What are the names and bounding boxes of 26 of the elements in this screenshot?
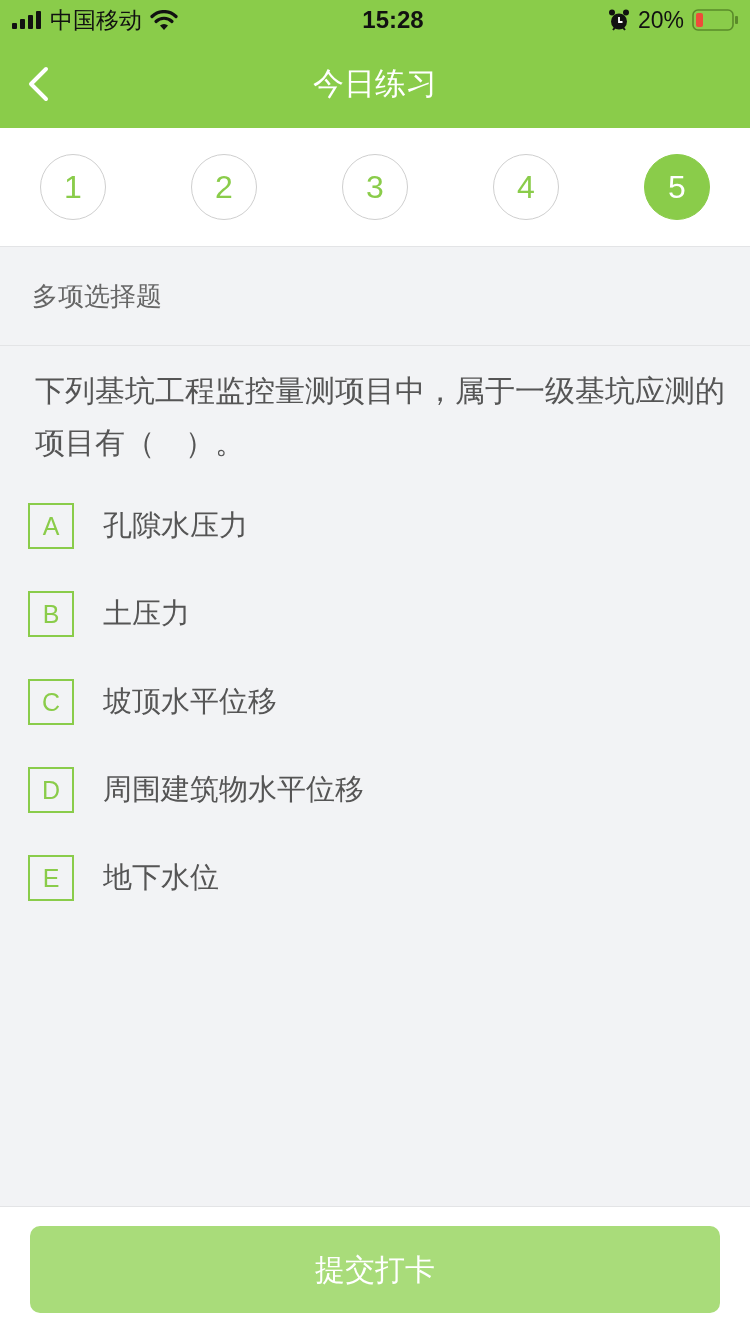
option-text: 孔隙水压力 (103, 508, 248, 544)
option-text: 坡顶水平位移 (103, 684, 277, 720)
question-number-button[interactable]: 5 (644, 154, 710, 220)
option-letter-checkbox[interactable]: A (28, 503, 74, 549)
option-letter-checkbox[interactable]: D (28, 767, 74, 813)
question-text: 下列基坑工程监控量测项目中，属于一级基坑应测的项目有（ ）。 (34, 373, 726, 461)
alarm-clock-icon (607, 9, 630, 31)
option-letter-checkbox[interactable]: E (28, 855, 74, 901)
wifi-icon (150, 10, 178, 30)
page-title: 今日练习 (313, 64, 437, 103)
battery-percent: 20% (637, 5, 684, 35)
option-letter-checkbox[interactable]: C (28, 679, 74, 725)
question-number-button[interactable]: 4 (493, 154, 559, 220)
option-text: 地下水位 (103, 860, 219, 896)
battery-icon (692, 9, 738, 31)
question-number-button[interactable]: 2 (191, 154, 257, 220)
option-text: 土压力 (103, 596, 190, 632)
question-number-button[interactable]: 1 (40, 154, 106, 220)
option-text: 周围建筑物水平位移 (103, 772, 364, 808)
signal-icon (12, 11, 42, 29)
carrier-name: 中国移动 (50, 5, 142, 35)
question-number-button[interactable]: 3 (342, 154, 408, 220)
status-time: 15:28 (362, 5, 424, 35)
question-type-label: 多项选择题 (32, 279, 162, 313)
back-button[interactable] (26, 66, 50, 102)
option-letter-checkbox[interactable]: B (28, 591, 74, 637)
